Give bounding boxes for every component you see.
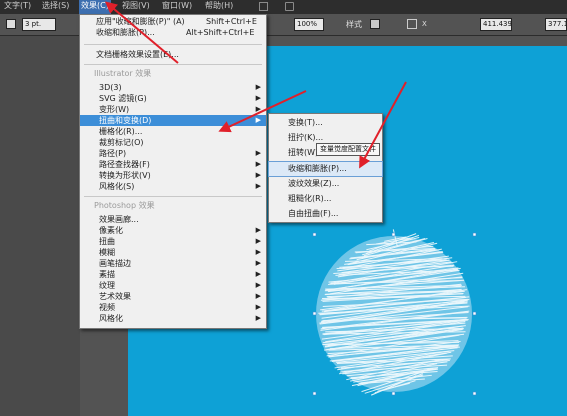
annotation-arrow	[104, 1, 179, 64]
annotation-arrow	[218, 90, 307, 133]
annotation-arrow	[359, 81, 407, 169]
annotation-layer	[104, 1, 407, 169]
